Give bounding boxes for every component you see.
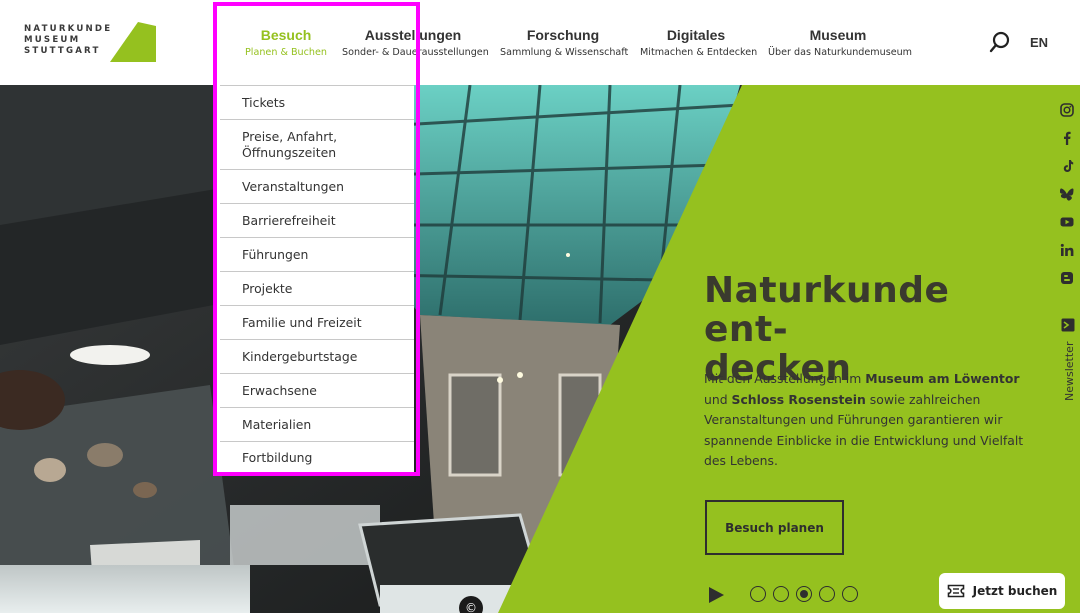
slide-dot-4[interactable] xyxy=(819,586,835,602)
nav-subtitle: Planen & Buchen xyxy=(245,47,327,58)
slide-dot-2[interactable] xyxy=(773,586,789,602)
slide-dot-3[interactable] xyxy=(796,586,812,602)
instagram-icon[interactable] xyxy=(1060,103,1074,117)
slide-dot-5[interactable] xyxy=(842,586,858,602)
jetzt-buchen-label: Jetzt buchen xyxy=(972,584,1058,598)
search-icon[interactable] xyxy=(988,30,1012,54)
jetzt-buchen-button[interactable]: Jetzt buchen xyxy=(937,571,1067,611)
nav-title: Forschung xyxy=(526,27,600,43)
nav-subtitle: Mitmachen & Entdecken xyxy=(640,47,758,58)
blogger-icon[interactable] xyxy=(1060,271,1074,285)
nav-item-digitales[interactable]: Digitales Mitmachen & Entdecken xyxy=(640,26,758,60)
nav-title: Digitales xyxy=(666,27,726,43)
ticket-icon xyxy=(947,584,964,598)
newsletter-link[interactable]: Newsletter xyxy=(1063,335,1077,405)
hero-description: Mit den Ausstellungen im Museum am Löwen… xyxy=(704,371,1024,468)
besuch-planen-button[interactable]: Besuch planen xyxy=(705,500,844,555)
menu-item-fortbildung[interactable]: Fortbildung xyxy=(220,441,414,473)
nav-item-besuch[interactable]: Besuch Planen & Buchen xyxy=(236,26,336,60)
slider-pagination xyxy=(750,586,858,602)
menu-item-projekte[interactable]: Projekte xyxy=(220,271,414,305)
nav-title: Ausstellungen xyxy=(364,27,462,43)
nav-item-ausstellungen[interactable]: Ausstellungen Sonder- & Dauerausstellung… xyxy=(342,26,489,60)
menu-item-tickets[interactable]: Tickets xyxy=(220,85,414,119)
menu-item-kindergeburtstage[interactable]: Kindergeburtstage xyxy=(220,339,414,373)
social-links xyxy=(1060,103,1076,299)
youtube-icon[interactable] xyxy=(1060,215,1074,229)
slide-dot-1[interactable] xyxy=(750,586,766,602)
menu-item-familie-freizeit[interactable]: Familie und Freizeit xyxy=(220,305,414,339)
nav-title: Museum xyxy=(809,27,867,43)
menu-item-materialien[interactable]: Materialien xyxy=(220,407,414,441)
language-switch[interactable]: EN xyxy=(1030,35,1048,50)
menu-item-fuehrungen[interactable]: Führungen xyxy=(220,237,414,271)
besuch-dropdown-menu: Tickets Preise, Anfahrt, Öffnungszeiten … xyxy=(216,85,414,473)
nav-subtitle: Sonder- & Dauerausstellungen xyxy=(342,47,489,58)
facebook-icon[interactable] xyxy=(1060,131,1074,145)
tiktok-icon[interactable] xyxy=(1060,159,1074,173)
nav-title: Besuch xyxy=(260,27,312,43)
nav-item-museum[interactable]: Museum Über das Naturkundemuseum xyxy=(768,26,913,60)
menu-item-erwachsene[interactable]: Erwachsene xyxy=(220,373,414,407)
copyright-icon[interactable]: © xyxy=(459,596,483,613)
bluesky-icon[interactable] xyxy=(1060,187,1074,201)
nav-item-forschung[interactable]: Forschung Sammlung & Wissenschaft xyxy=(500,26,629,60)
nav-subtitle: Sammlung & Wissenschaft xyxy=(500,47,629,58)
logo-shape-icon xyxy=(110,22,156,62)
menu-item-preise-anfahrt[interactable]: Preise, Anfahrt, Öffnungszeiten xyxy=(220,119,414,169)
newsletter-icon[interactable] xyxy=(1060,317,1076,333)
hero-slider: Naturkunde ent- decken Mit den Ausstellu… xyxy=(0,85,1080,613)
museum-logo[interactable]: NATURKUNDE MUSEUM STUTTGART xyxy=(24,22,156,64)
play-icon[interactable] xyxy=(706,585,726,605)
nav-subtitle: Über das Naturkundemuseum xyxy=(768,47,913,58)
linkedin-icon[interactable] xyxy=(1060,243,1074,257)
menu-item-veranstaltungen[interactable]: Veranstaltungen xyxy=(220,169,414,203)
menu-item-barrierefreiheit[interactable]: Barrierefreiheit xyxy=(220,203,414,237)
site-header: NATURKUNDE MUSEUM STUTTGART Besuch Plane… xyxy=(0,0,1080,85)
logo-wordmark: NATURKUNDE MUSEUM STUTTGART xyxy=(24,24,113,56)
